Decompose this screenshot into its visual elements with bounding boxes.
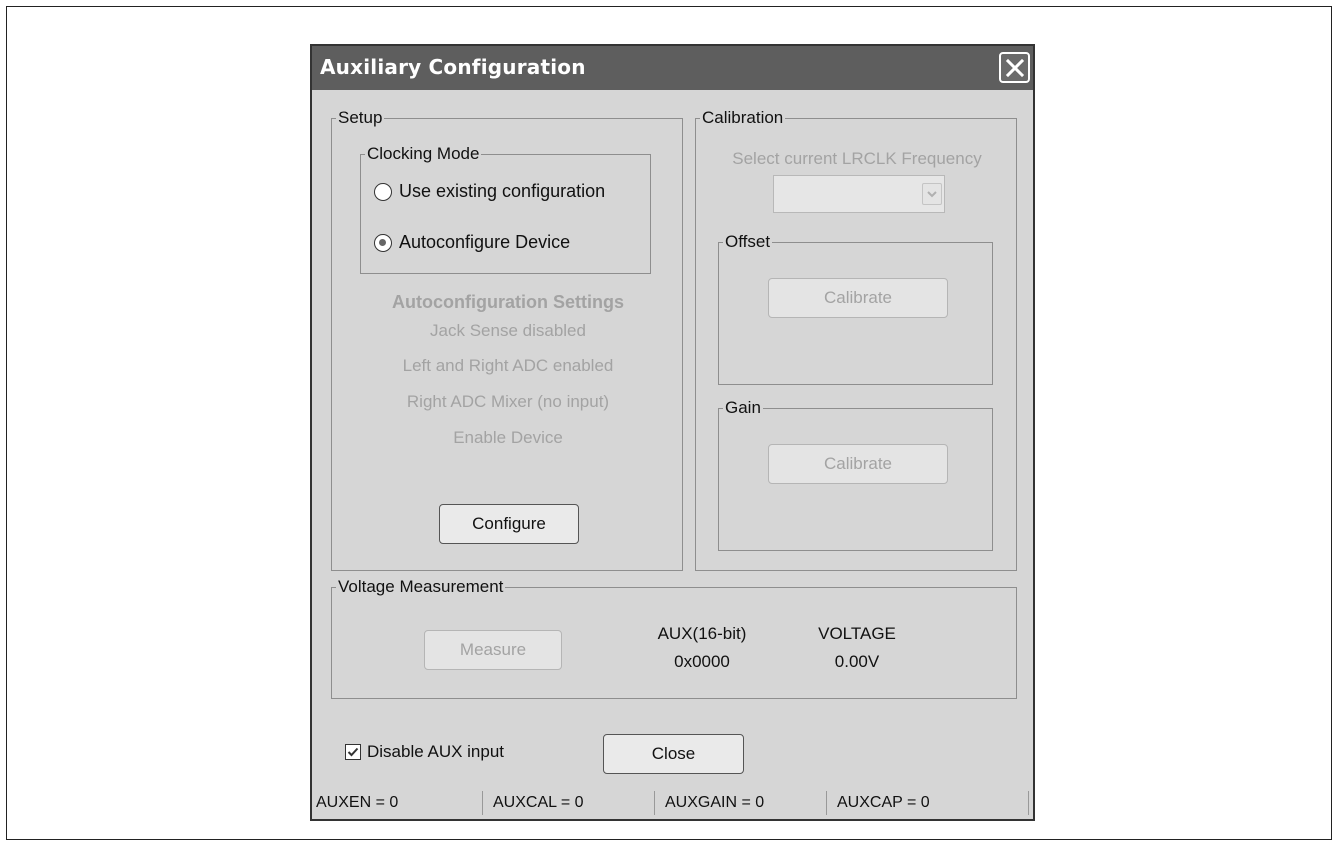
gain-calibrate-button[interactable]: Calibrate xyxy=(768,444,948,484)
status-auxgain: AUXGAIN = 0 xyxy=(665,794,765,811)
lrclk-frequency-label: Select current LRCLK Frequency xyxy=(732,149,982,168)
configure-button[interactable]: Configure xyxy=(439,504,579,544)
voltage-value: 0.00V xyxy=(834,652,880,671)
window-title: Auxiliary Configuration xyxy=(320,55,586,79)
voltage-measurement-group: Voltage Measurement Measure AUX(16-bit) … xyxy=(331,578,1017,699)
autoconfig-line: Right ADC Mixer (no input) xyxy=(406,392,610,411)
status-auxcal: AUXCAL = 0 xyxy=(493,794,584,811)
status-bar: AUXEN = 0 AUXCAL = 0 AUXGAIN = 0 AUXCAP … xyxy=(312,787,1033,820)
measure-button[interactable]: Measure xyxy=(424,630,562,670)
aux-16bit-value: 0x0000 xyxy=(674,652,730,671)
status-separator xyxy=(654,791,655,815)
autoconfig-heading: Autoconfiguration Settings xyxy=(392,292,624,312)
status-separator xyxy=(482,791,483,815)
disable-aux-label: Disable AUX input xyxy=(367,742,505,761)
offset-group: Offset Calibrate xyxy=(718,233,993,385)
radio-autoconfigure[interactable]: Autoconfigure Device xyxy=(374,232,570,253)
gain-legend: Gain xyxy=(723,398,763,417)
autoconfig-line: Left and Right ADC enabled xyxy=(402,356,614,375)
checkbox[interactable] xyxy=(345,744,361,760)
close-icon[interactable] xyxy=(999,52,1030,83)
close-button[interactable]: Close xyxy=(603,734,744,774)
voltage-header: VOLTAGE xyxy=(818,624,896,643)
calibration-group: Calibration Select current LRCLK Frequen… xyxy=(695,109,1017,571)
status-auxcap: AUXCAP = 0 xyxy=(837,794,930,811)
auxiliary-configuration-dialog: Auxiliary Configuration Setup Clocking M… xyxy=(310,44,1035,821)
setup-legend: Setup xyxy=(336,108,385,127)
autoconfig-line: Enable Device xyxy=(453,428,563,447)
autoconfig-line: Jack Sense disabled xyxy=(430,321,586,340)
offset-calibrate-button[interactable]: Calibrate xyxy=(768,278,948,318)
voltage-measurement-legend: Voltage Measurement xyxy=(336,577,506,596)
clocking-mode-group: Clocking Mode Use existing configuration… xyxy=(360,145,651,274)
radio-button-selected[interactable] xyxy=(374,233,392,252)
close-x-glyph xyxy=(1005,58,1025,78)
gain-group: Gain Calibrate xyxy=(718,399,993,551)
offset-legend: Offset xyxy=(723,232,773,251)
status-separator xyxy=(826,791,827,815)
calibration-legend: Calibration xyxy=(700,108,786,127)
aux-16bit-header: AUX(16-bit) xyxy=(657,624,747,643)
lrclk-frequency-select[interactable] xyxy=(773,175,945,213)
clocking-mode-legend: Clocking Mode xyxy=(365,144,482,163)
title-bar[interactable]: Auxiliary Configuration xyxy=(312,46,1033,90)
chevron-glyph xyxy=(927,191,937,198)
status-separator xyxy=(1028,791,1029,815)
radio-button[interactable] xyxy=(374,182,392,201)
setup-group: Setup Clocking Mode Use existing configu… xyxy=(331,109,683,571)
checkmark-icon xyxy=(347,747,359,757)
chevron-down-icon[interactable] xyxy=(922,183,942,205)
radio-use-existing[interactable]: Use existing configuration xyxy=(374,181,605,202)
radio-label: Autoconfigure Device xyxy=(399,232,571,252)
disable-aux-checkbox[interactable]: Disable AUX input xyxy=(345,742,504,762)
status-auxen: AUXEN = 0 xyxy=(316,794,399,811)
radio-label: Use existing configuration xyxy=(399,181,606,201)
